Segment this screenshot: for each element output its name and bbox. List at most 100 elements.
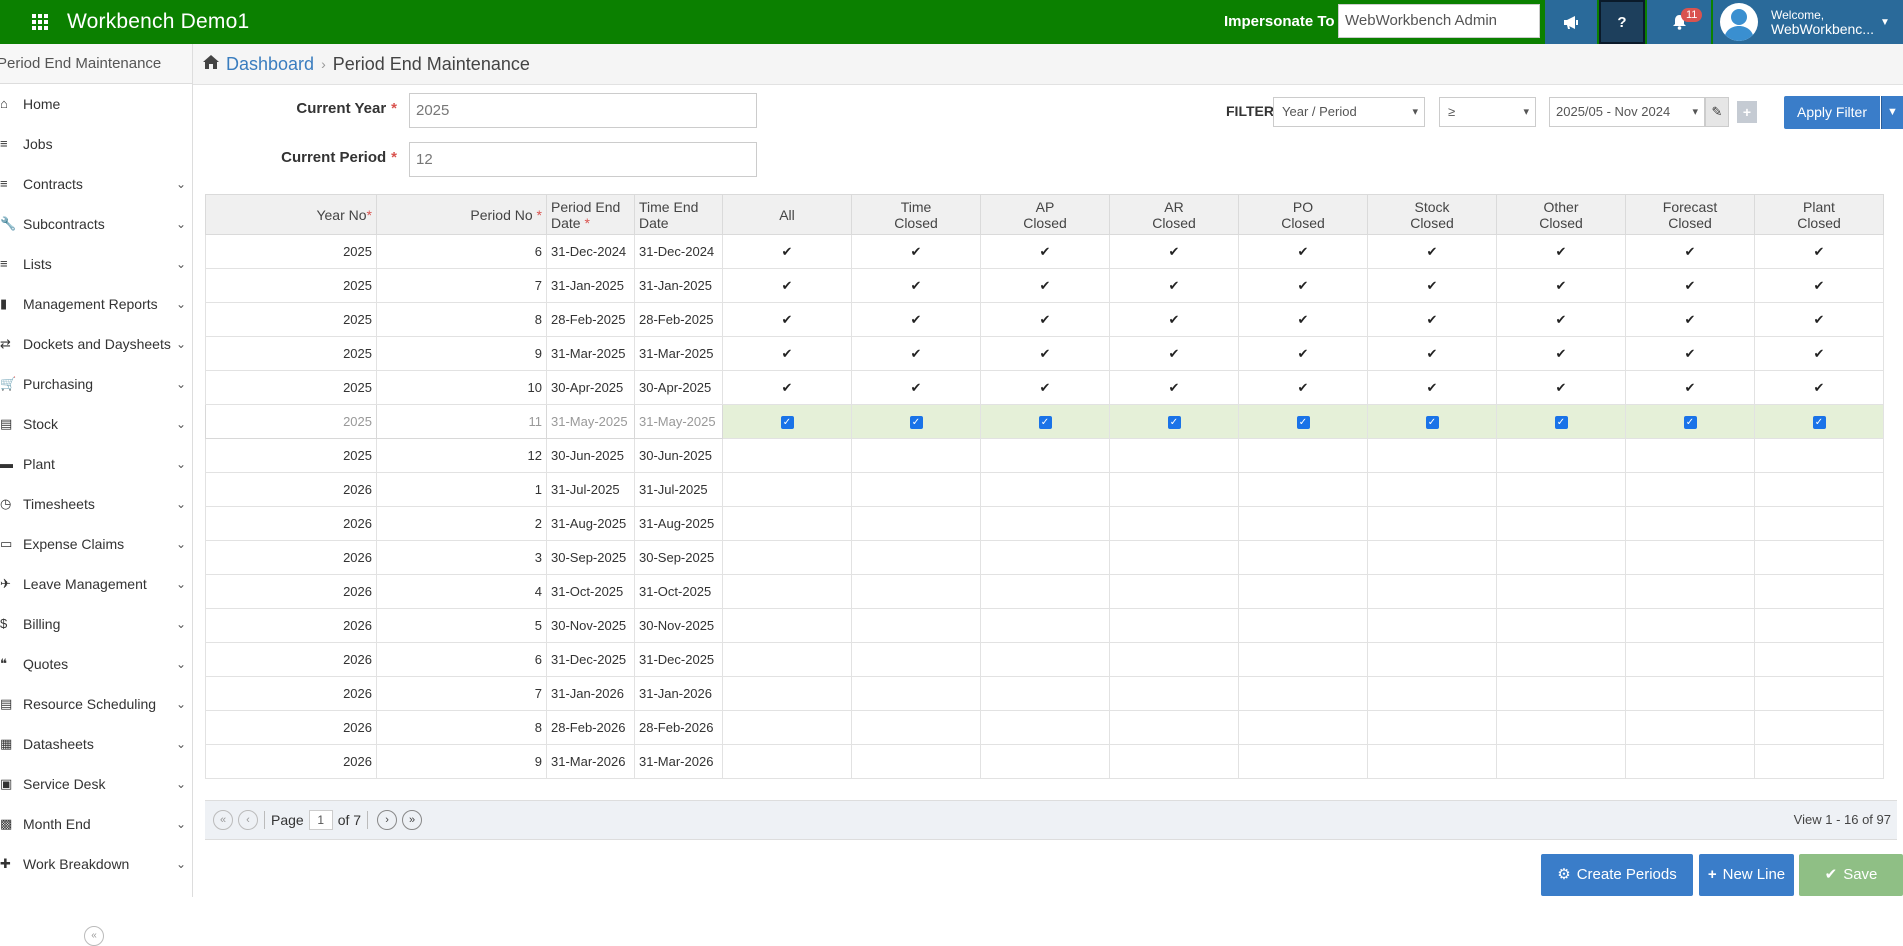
table-row[interactable]: 2026 3 30-Sep-2025 30-Sep-2025 bbox=[205, 540, 1884, 575]
plant-closed-checkbox[interactable]: ✓ bbox=[1812, 416, 1826, 430]
cell-stock-closed[interactable]: ✓ bbox=[1367, 404, 1497, 439]
col-time-closed[interactable]: Time Closed bbox=[851, 194, 981, 235]
table-row[interactable]: 2025 6 31-Dec-2024 31-Dec-2024 ✔ ✔ ✔ ✔ ✔ ✔ ✔ ✔ ✔ bbox=[205, 234, 1884, 269]
cell-period-end-date[interactable]: 31-May-2025 bbox=[546, 404, 635, 439]
sidebar-item-timesheets[interactable]: ◷ Timesheets ⌄ bbox=[0, 484, 192, 524]
sidebar-item-leave-management[interactable]: ✈ Leave Management ⌄ bbox=[0, 564, 192, 604]
cell-po-closed bbox=[1238, 472, 1368, 507]
prev-page-button[interactable]: ‹ bbox=[238, 810, 258, 830]
col-all[interactable]: All bbox=[722, 194, 852, 235]
col-po-closed[interactable]: PO Closed bbox=[1238, 194, 1368, 235]
home-icon[interactable] bbox=[203, 54, 219, 74]
cell-po-closed[interactable]: ✓ bbox=[1238, 404, 1368, 439]
save-button[interactable]: ✔ Save bbox=[1799, 854, 1903, 896]
create-periods-button[interactable]: ⚙ Create Periods bbox=[1541, 854, 1693, 896]
cell-forecast-closed[interactable]: ✓ bbox=[1625, 404, 1755, 439]
col-ar-closed[interactable]: AR Closed bbox=[1109, 194, 1239, 235]
cell-all-closed[interactable]: ✓ bbox=[722, 404, 852, 439]
cell-ap-closed[interactable]: ✓ bbox=[980, 404, 1110, 439]
apply-filter-button[interactable]: Apply Filter bbox=[1784, 96, 1880, 129]
col-forecast-closed[interactable]: Forecast Closed bbox=[1625, 194, 1755, 235]
cell-ar-closed[interactable]: ✓ bbox=[1109, 404, 1239, 439]
time-closed-checkbox[interactable]: ✓ bbox=[909, 416, 923, 430]
last-page-button[interactable]: » bbox=[402, 810, 423, 830]
sidebar-item-expense-claims[interactable]: ▭ Expense Claims ⌄ bbox=[0, 524, 192, 564]
sidebar-item-lists[interactable]: ≡ Lists ⌄ bbox=[0, 244, 192, 284]
sidebar-item-management-reports[interactable]: ▮ Management Reports ⌄ bbox=[0, 284, 192, 324]
col-period-end-date[interactable]: Period End Date * bbox=[546, 194, 635, 235]
table-row[interactable]: 2025 12 30-Jun-2025 30-Jun-2025 bbox=[205, 438, 1884, 473]
cell-period-no[interactable]: 11 bbox=[376, 404, 547, 439]
sidebar-item-plant[interactable]: ▬ Plant ⌄ bbox=[0, 444, 192, 484]
current-period-field[interactable]: 12 bbox=[409, 142, 757, 177]
cell-other-closed[interactable]: ✓ bbox=[1496, 404, 1626, 439]
sidebar-item-purchasing[interactable]: 🛒 Purchasing ⌄ bbox=[0, 364, 192, 404]
table-row[interactable]: 2026 2 31-Aug-2025 31-Aug-2025 bbox=[205, 506, 1884, 541]
table-row[interactable]: 2026 4 31-Oct-2025 31-Oct-2025 bbox=[205, 574, 1884, 609]
table-row[interactable]: 2026 5 30-Nov-2025 30-Nov-2025 bbox=[205, 608, 1884, 643]
breadcrumb-dashboard-link[interactable]: Dashboard bbox=[226, 54, 314, 75]
table-row[interactable]: 2026 8 28-Feb-2026 28-Feb-2026 bbox=[205, 710, 1884, 745]
user-menu[interactable]: Welcome, WebWorkbenc... ▼ bbox=[1713, 0, 1903, 44]
table-row[interactable]: 2026 6 31-Dec-2025 31-Dec-2025 bbox=[205, 642, 1884, 677]
sidebar-item-dockets-and-daysheets[interactable]: ⇄ Dockets and Daysheets ⌄ bbox=[0, 324, 192, 364]
col-ap-closed[interactable]: AP Closed bbox=[980, 194, 1110, 235]
filter-value-select[interactable]: 2025/05 - Nov 2024 ▾ bbox=[1549, 97, 1705, 127]
notifications-button[interactable]: 11 bbox=[1647, 0, 1711, 44]
po-closed-checkbox[interactable]: ✓ bbox=[1296, 416, 1310, 430]
next-page-button[interactable]: › bbox=[377, 810, 398, 830]
sidebar-item-datasheets[interactable]: ▦ Datasheets ⌄ bbox=[0, 724, 192, 764]
filter-field-select[interactable]: Year / Period ▾ bbox=[1273, 97, 1425, 127]
col-period-no[interactable]: Period No * bbox=[376, 194, 547, 235]
cell-plant-closed[interactable]: ✓ bbox=[1754, 404, 1884, 439]
sidebar-item-month-end[interactable]: ▩ Month End ⌄ bbox=[0, 804, 192, 844]
table-row[interactable]: 2025 8 28-Feb-2025 28-Feb-2025 ✔ ✔ ✔ ✔ ✔ ✔ ✔ ✔ ✔ bbox=[205, 302, 1884, 337]
table-row[interactable]: 2025 10 30-Apr-2025 30-Apr-2025 ✔ ✔ ✔ ✔ ✔ ✔ ✔ ✔ ✔ bbox=[205, 370, 1884, 405]
impersonate-input[interactable]: WebWorkbench Admin bbox=[1338, 4, 1540, 38]
sidebar-item-billing[interactable]: $ Billing ⌄ bbox=[0, 604, 192, 644]
collapse-sidebar-button[interactable]: « bbox=[84, 926, 104, 946]
add-filter-button[interactable]: + bbox=[1737, 101, 1757, 123]
sidebar-item-jobs[interactable]: ≡ Jobs bbox=[0, 124, 192, 164]
page-input[interactable]: 1 bbox=[308, 810, 333, 830]
col-time-end-date[interactable]: Time End Date bbox=[634, 194, 723, 235]
apps-grid-icon[interactable] bbox=[32, 14, 48, 30]
table-row[interactable]: 2025 7 31-Jan-2025 31-Jan-2025 ✔ ✔ ✔ ✔ ✔ ✔ ✔ ✔ ✔ bbox=[205, 268, 1884, 303]
stock-closed-checkbox[interactable]: ✓ bbox=[1425, 416, 1439, 430]
forecast-closed-checkbox[interactable]: ✓ bbox=[1683, 416, 1697, 430]
col-other-closed[interactable]: Other Closed bbox=[1496, 194, 1626, 235]
help-button[interactable]: ? bbox=[1599, 0, 1645, 44]
cell-time-end-date[interactable]: 31-May-2025 bbox=[634, 404, 723, 439]
filter-operator-select[interactable]: ≥ ▾ bbox=[1439, 97, 1536, 127]
col-year-no[interactable]: Year No* bbox=[205, 194, 377, 235]
apply-filter-dropdown-button[interactable]: ▼ bbox=[1881, 96, 1903, 129]
col-plant-closed[interactable]: Plant Closed bbox=[1754, 194, 1884, 235]
other-closed-checkbox[interactable]: ✓ bbox=[1554, 416, 1568, 430]
first-page-button[interactable]: « bbox=[213, 810, 233, 830]
ap-closed-checkbox[interactable]: ✓ bbox=[1038, 416, 1052, 430]
cell-ar-closed bbox=[1109, 744, 1239, 779]
table-row[interactable]: 2026 7 31-Jan-2026 31-Jan-2026 bbox=[205, 676, 1884, 711]
table-row[interactable]: 2026 9 31-Mar-2026 31-Mar-2026 bbox=[205, 744, 1884, 779]
sidebar-item-subcontracts[interactable]: 🔧 Subcontracts ⌄ bbox=[0, 204, 192, 244]
cell-year-no[interactable]: 2025 bbox=[205, 404, 377, 439]
sidebar-item-home[interactable]: ⌂ Home bbox=[0, 84, 192, 124]
sidebar-item-service-desk[interactable]: ▣ Service Desk ⌄ bbox=[0, 764, 192, 804]
check-icon: ✔ bbox=[910, 311, 922, 327]
table-row[interactable]: 2025 11 31-May-2025 31-May-2025 ✓ ✓ ✓ ✓ ✓ ✓ ✓ ✓ ✓ bbox=[205, 404, 1884, 439]
current-year-field[interactable]: 2025 bbox=[409, 93, 757, 128]
sidebar-item-resource-scheduling[interactable]: ▤ Resource Scheduling ⌄ bbox=[0, 684, 192, 724]
col-stock-closed[interactable]: Stock Closed bbox=[1367, 194, 1497, 235]
new-line-button[interactable]: + New Line bbox=[1699, 854, 1794, 896]
sidebar-item-stock[interactable]: ▤ Stock ⌄ bbox=[0, 404, 192, 444]
cell-time-closed[interactable]: ✓ bbox=[851, 404, 981, 439]
edit-filter-button[interactable]: ✎ bbox=[1705, 97, 1729, 127]
sidebar-item-contracts[interactable]: ≡ Contracts ⌄ bbox=[0, 164, 192, 204]
announcements-button[interactable] bbox=[1545, 0, 1597, 44]
sidebar-item-quotes[interactable]: ❝ Quotes ⌄ bbox=[0, 644, 192, 684]
all-closed-checkbox[interactable]: ✓ bbox=[780, 416, 794, 430]
table-row[interactable]: 2025 9 31-Mar-2025 31-Mar-2025 ✔ ✔ ✔ ✔ ✔ ✔ ✔ ✔ ✔ bbox=[205, 336, 1884, 371]
sidebar-item-work-breakdown[interactable]: ✚ Work Breakdown ⌄ bbox=[0, 844, 192, 884]
ar-closed-checkbox[interactable]: ✓ bbox=[1167, 416, 1181, 430]
table-row[interactable]: 2026 1 31-Jul-2025 31-Jul-2025 bbox=[205, 472, 1884, 507]
